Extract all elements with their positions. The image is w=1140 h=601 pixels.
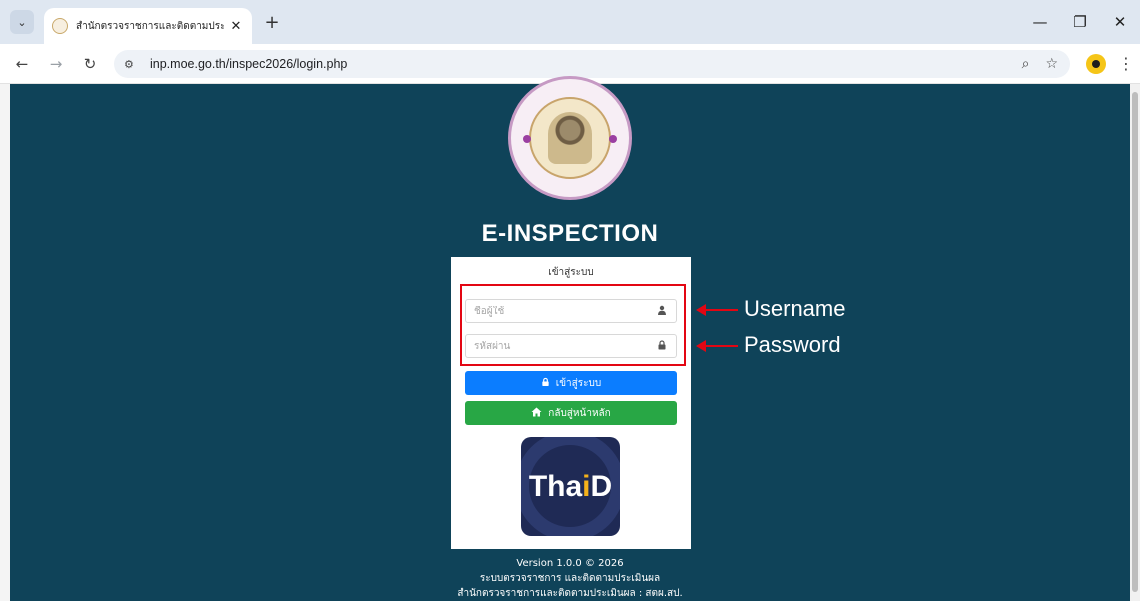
chevron-down-icon: ⌄ <box>17 15 27 29</box>
close-icon[interactable]: ✕ <box>228 19 244 34</box>
site-favicon-icon <box>52 18 68 34</box>
back-arrow-icon[interactable]: ← <box>10 52 34 76</box>
minimize-icon[interactable]: — <box>1020 0 1060 44</box>
login-card-title: เข้าสู่ระบบ <box>548 267 594 278</box>
new-tab-button[interactable]: + <box>262 12 282 33</box>
window-controls: — ❐ ✕ <box>1020 0 1140 44</box>
emblem-icon <box>548 112 592 164</box>
bookmark-star-icon[interactable]: ☆ <box>1045 56 1058 72</box>
vertical-scrollbar[interactable] <box>1130 84 1140 601</box>
reload-icon[interactable]: ↻ <box>78 52 102 76</box>
username-annotation-label: Username <box>744 296 846 321</box>
login-button[interactable]: เข้าสู่ระบบ <box>465 371 677 395</box>
ministry-seal-logo <box>508 76 632 200</box>
scrollbar-thumb[interactable] <box>1132 92 1138 592</box>
back-to-home-button[interactable]: กลับสู่หน้าหลัก <box>465 401 677 425</box>
site-info-icon[interactable]: ⚙ <box>124 58 140 71</box>
page-footer: Version 1.0.0 © 2026 ระบบตรวจราชการ และต… <box>370 556 770 601</box>
credentials-highlight-box <box>460 284 686 366</box>
thaid-logo-text: ThaiD <box>528 469 613 503</box>
forward-arrow-icon[interactable]: → <box>44 52 68 76</box>
username-arrow-icon <box>696 304 738 316</box>
address-bar[interactable]: ⚙ inp.moe.go.th/inspec2026/login.php ⌕ ☆ <box>114 50 1070 78</box>
office-name-text: สำนักตรวจราชการและติดตามประเมินผล : สตผ.… <box>457 588 683 599</box>
zoom-icon[interactable]: ⌕ <box>1022 56 1030 72</box>
home-icon <box>531 407 542 420</box>
thaid-logo: ThaiD <box>529 470 612 504</box>
window-close-icon[interactable]: ✕ <box>1100 0 1140 44</box>
browser-tab[interactable]: สำนักตรวจราชการและติดตามประเมิน ✕ <box>44 8 252 44</box>
lock-icon <box>541 377 550 390</box>
home-button-label: กลับสู่หน้าหลัก <box>548 407 611 419</box>
browser-tab-bar: ⌄ สำนักตรวจราชการและติดตามประเมิน ✕ + — … <box>0 0 1140 44</box>
tab-search-button[interactable]: ⌄ <box>10 10 34 34</box>
password-annotation-label: Password <box>744 332 841 357</box>
app-title: E-INSPECTION <box>481 220 659 247</box>
password-arrow-icon <box>696 340 738 352</box>
restore-icon[interactable]: ❐ <box>1060 0 1100 44</box>
system-name-text: ระบบตรวจราชการ และติดตามประเมินผล <box>479 573 661 584</box>
thaid-login-button[interactable]: ThaiD <box>521 437 620 536</box>
tab-title: สำนักตรวจราชการและติดตามประเมิน <box>76 20 224 32</box>
extension-icon[interactable] <box>1086 54 1106 74</box>
version-text: Version 1.0.0 © 2026 <box>516 558 624 569</box>
login-button-label: เข้าสู่ระบบ <box>555 377 602 389</box>
more-menu-icon[interactable]: ⋮ <box>1118 54 1134 73</box>
page-left-edge <box>0 84 10 601</box>
url-text[interactable]: inp.moe.go.th/inspec2026/login.php <box>150 57 347 71</box>
